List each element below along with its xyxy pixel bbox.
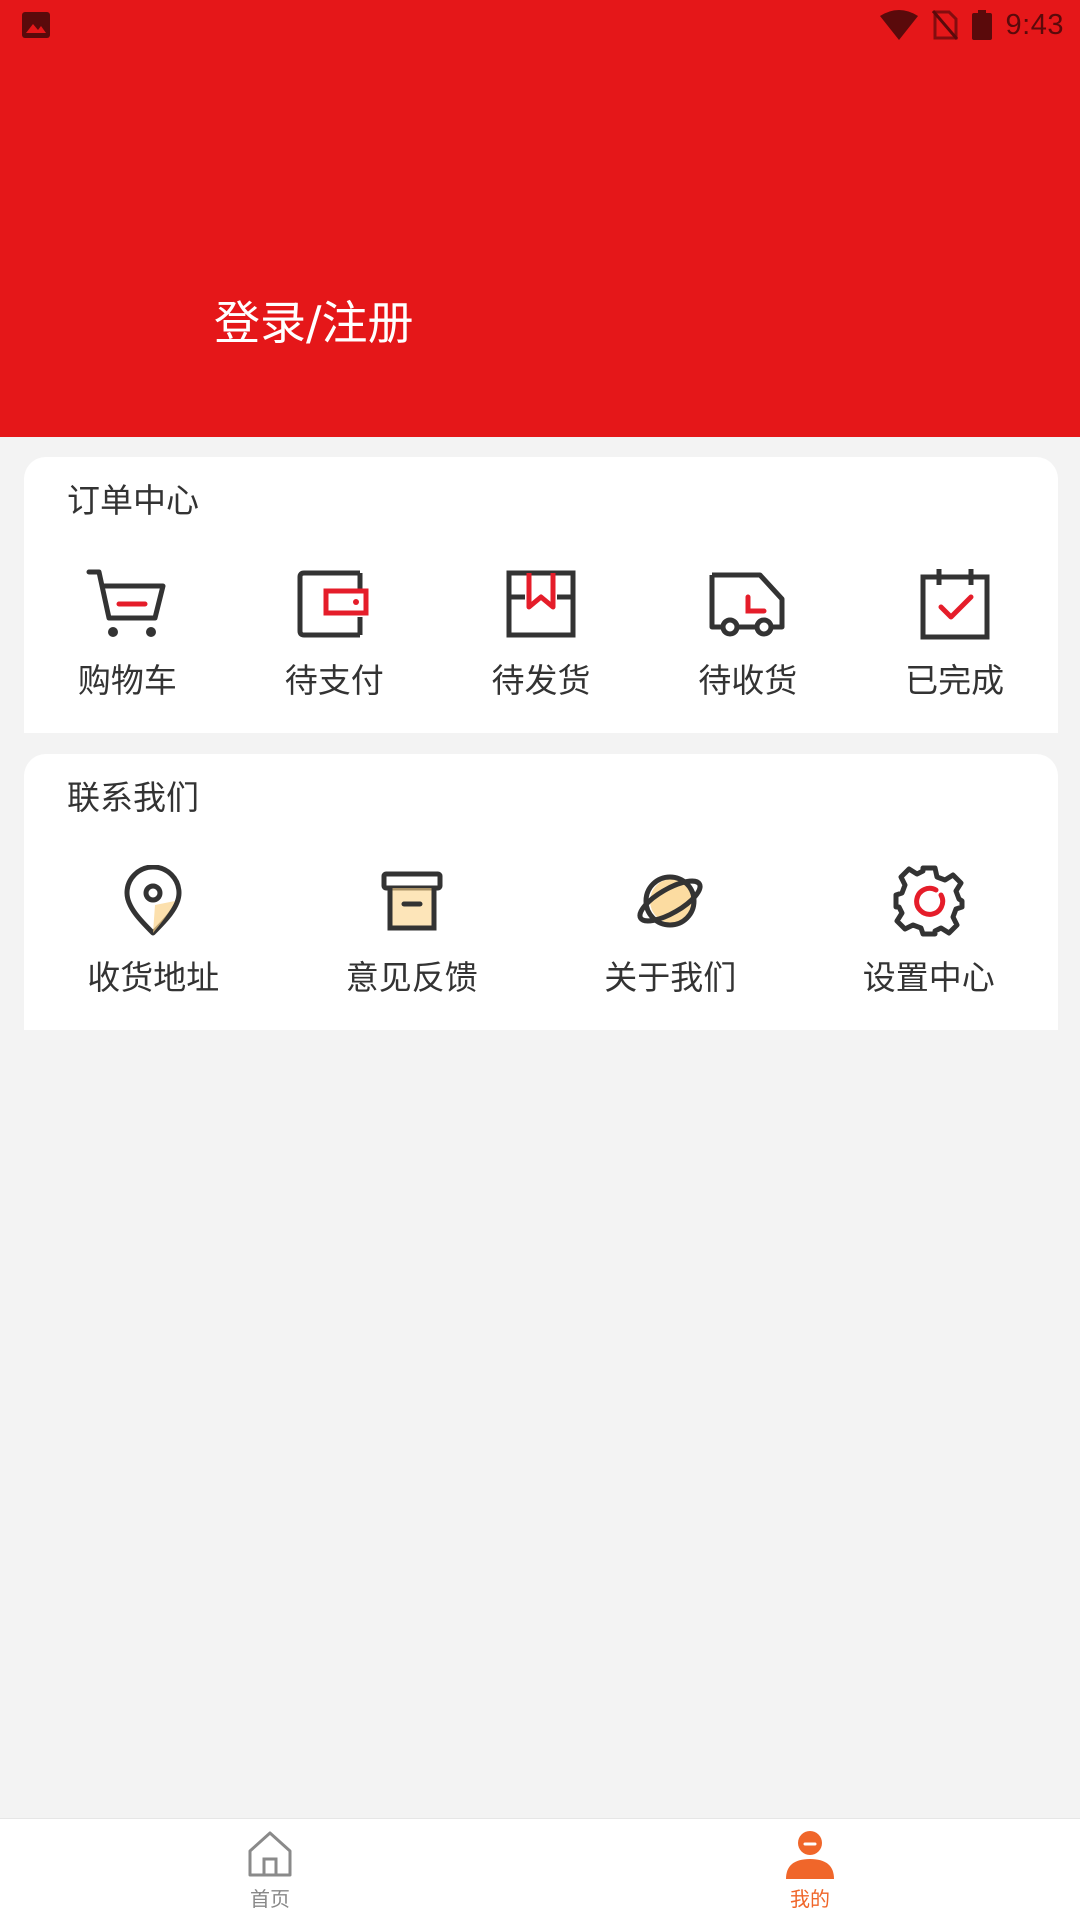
contact-item-settings[interactable]: 设置中心 (800, 859, 1059, 1003)
status-icons: 9:43 (879, 6, 1064, 44)
nav-item-home[interactable]: 首页 (0, 1819, 540, 1920)
bottom-nav: 首页 我的 (0, 1818, 1080, 1920)
contact-item-label: 设置中心 (862, 958, 995, 997)
home-icon (248, 1831, 292, 1877)
order-item-label: 待支付 (284, 661, 384, 700)
wallet-icon (297, 570, 369, 638)
order-item-pending-payment[interactable]: 待支付 (231, 562, 438, 706)
order-center-title: 订单中心 (67, 481, 199, 520)
battery-icon (971, 10, 992, 40)
nav-item-mine[interactable]: 我的 (540, 1819, 1080, 1920)
user-icon (786, 1831, 834, 1879)
wifi-icon (879, 10, 918, 40)
order-item-pending-shipment[interactable]: 待发货 (438, 562, 645, 706)
status-bar: 9:43 (0, 0, 1080, 50)
nav-label-mine: 我的 (790, 1887, 830, 1911)
cart-icon (86, 569, 166, 637)
order-item-pending-receipt[interactable]: 待收货 (644, 562, 851, 706)
nav-label-home: 首页 (250, 1887, 290, 1911)
contact-us-grid: 收货地址 意见反馈 关于我们 设置中心 (24, 859, 1058, 1003)
planet-icon (637, 874, 703, 928)
location-pin-icon (124, 865, 182, 936)
order-center-grid: 购物车 待支付 待发货 待收货 已完成 (24, 562, 1058, 706)
box-icon (506, 570, 576, 638)
contact-us-card: 联系我们 收货地址 意见反馈 关于我们 设置中心 (24, 754, 1058, 1030)
contact-item-about[interactable]: 关于我们 (541, 859, 800, 1003)
order-item-completed[interactable]: 已完成 (851, 562, 1058, 706)
status-time: 9:43 (1005, 8, 1064, 41)
image-icon (22, 12, 50, 38)
order-center-card: 订单中心 购物车 待支付 待发货 待收货 已完成 (24, 457, 1058, 733)
order-item-label: 已完成 (905, 661, 1005, 700)
no-sim-icon (931, 10, 958, 40)
contact-item-label: 关于我们 (604, 958, 737, 997)
login-register-link[interactable]: 登录/注册 (214, 293, 414, 353)
contact-item-address[interactable]: 收货地址 (24, 859, 283, 1003)
order-item-label: 待发货 (491, 661, 591, 700)
calendar-check-icon (920, 569, 990, 640)
order-item-label: 购物车 (77, 661, 177, 700)
archive-box-icon (381, 871, 443, 931)
profile-header: 9:43 登录/注册 (0, 0, 1080, 437)
contact-item-feedback[interactable]: 意见反馈 (283, 859, 542, 1003)
order-item-cart[interactable]: 购物车 (24, 562, 231, 706)
contact-item-label: 意见反馈 (345, 958, 478, 997)
profile-screen: 9:43 登录/注册 订单中心 购物车 待支付 待发货 待收货 已完成 联系我们… (0, 0, 1080, 1920)
contact-us-title: 联系我们 (67, 778, 199, 817)
contact-item-label: 收货地址 (87, 958, 220, 997)
truck-icon (709, 572, 785, 637)
gear-icon (893, 865, 965, 937)
order-item-label: 待收货 (698, 661, 798, 700)
